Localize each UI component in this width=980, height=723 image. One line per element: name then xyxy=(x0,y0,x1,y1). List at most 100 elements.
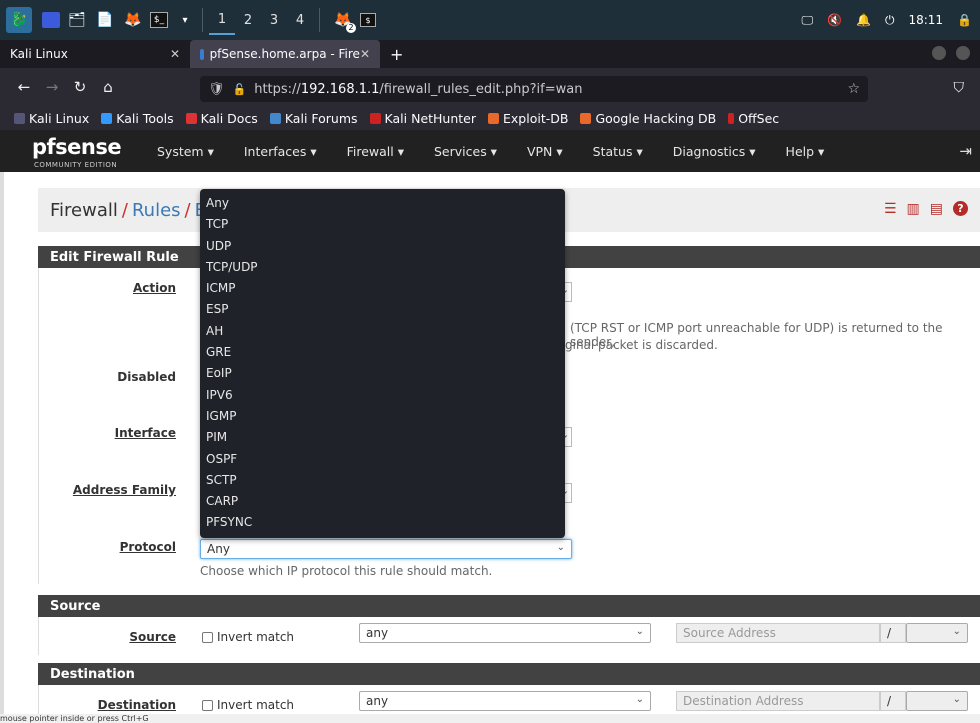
protocol-option[interactable]: ESP xyxy=(200,299,565,320)
back-icon[interactable]: ← xyxy=(10,78,38,96)
pfsense-logo[interactable]: pfsense COMMUNITY EDITION xyxy=(32,133,128,169)
firefox-icon[interactable]: 🦊 xyxy=(122,9,144,31)
new-tab-icon[interactable]: + xyxy=(390,45,403,64)
menu-firewall[interactable]: Firewall ▾ xyxy=(332,144,419,159)
source-invert-label[interactable]: Invert match xyxy=(217,630,294,644)
tab-kali-linux[interactable]: Kali Linux ✕ xyxy=(0,40,190,68)
protocol-option[interactable]: AH xyxy=(200,321,565,342)
source-address-input[interactable]: Source Address xyxy=(676,623,880,643)
protocol-option[interactable]: TCP/UDP xyxy=(200,257,565,278)
list-icon[interactable]: ▤ xyxy=(930,201,943,217)
minimize-icon[interactable] xyxy=(932,46,946,60)
menu-status[interactable]: Status ▾ xyxy=(578,144,658,159)
kali-menu-icon[interactable]: 🐉 xyxy=(6,7,32,33)
kali-icon xyxy=(14,112,25,124)
action-label[interactable]: Action xyxy=(100,281,176,295)
bookmark-offsec[interactable]: OffSec xyxy=(728,111,779,126)
protocol-option[interactable]: UDP xyxy=(200,236,565,257)
terminal-window-icon[interactable]: $ xyxy=(360,13,376,27)
url-prefix: https:// xyxy=(254,81,301,97)
source-mask-select[interactable]: ⌄ xyxy=(906,623,968,643)
pocket-icon[interactable]: ⛉ xyxy=(954,80,965,96)
chevron-down-icon[interactable]: ▾ xyxy=(174,9,196,31)
bookmark-kali-forums[interactable]: Kali Forums xyxy=(269,111,358,126)
protocol-label[interactable]: Protocol xyxy=(100,540,176,554)
destination-invert-checkbox[interactable] xyxy=(202,700,213,711)
text-editor-icon[interactable]: 📄 xyxy=(94,9,116,31)
bookmark-kali-nethunter[interactable]: Kali NetHunter xyxy=(369,111,476,126)
close-icon[interactable]: ✕ xyxy=(360,47,370,61)
destination-label[interactable]: Destination xyxy=(90,698,176,712)
logout-icon[interactable]: ⇥ xyxy=(959,142,972,160)
interface-label[interactable]: Interface xyxy=(90,426,176,440)
bookmark-kali-linux[interactable]: Kali Linux xyxy=(14,111,89,126)
workspace-3[interactable]: 3 xyxy=(261,5,287,35)
desktop-icon[interactable] xyxy=(42,12,60,28)
menu-vpn[interactable]: VPN ▾ xyxy=(512,144,578,159)
bookmark-star-icon[interactable]: ☆ xyxy=(847,81,860,97)
bookmark-kali-tools[interactable]: Kali Tools xyxy=(101,111,174,126)
sliders-icon[interactable]: ☰ xyxy=(884,201,897,217)
destination-type-select[interactable]: any ⌄ xyxy=(359,691,651,711)
home-icon[interactable]: ⌂ xyxy=(94,78,122,96)
bell-icon[interactable]: 🔔 xyxy=(856,13,871,27)
protocol-option[interactable]: PIM xyxy=(200,427,565,448)
window-controls xyxy=(932,46,970,60)
protocol-option[interactable]: CARP xyxy=(200,491,565,512)
source-label[interactable]: Source xyxy=(100,630,176,644)
destination-address-input[interactable]: Destination Address xyxy=(676,691,880,711)
protocol-option[interactable]: GRE xyxy=(200,342,565,363)
offsec-icon xyxy=(728,112,735,124)
address-family-label[interactable]: Address Family xyxy=(60,483,176,497)
help-icon[interactable]: ? xyxy=(953,201,968,216)
protocol-option[interactable]: ICMP xyxy=(200,278,565,299)
protocol-option[interactable]: EoIP xyxy=(200,363,565,384)
tab-pfsense[interactable]: pfSense.home.arpa - Fire ✕ xyxy=(190,40,380,68)
destination-mask-select[interactable]: ⌄ xyxy=(906,691,968,711)
protocol-option[interactable]: OSPF xyxy=(200,449,565,470)
workspace-4[interactable]: 4 xyxy=(287,5,313,35)
protocol-option[interactable]: PFSYNC xyxy=(200,512,565,533)
display-icon[interactable]: 🖵 xyxy=(801,13,813,28)
clock[interactable]: 18:11 xyxy=(908,13,943,27)
file-manager-icon[interactable]: 🗂 xyxy=(66,9,88,31)
mute-icon[interactable]: 🔇 xyxy=(827,13,842,27)
terminal-icon[interactable]: $_ xyxy=(150,12,168,28)
reload-icon[interactable]: ↻ xyxy=(66,78,94,96)
url-bar[interactable]: 🛡 🔓 https://192.168.1.1/firewall_rules_e… xyxy=(200,76,868,102)
firefox-window-icon[interactable]: 🦊 2 xyxy=(332,9,356,33)
shield-icon[interactable]: 🛡 xyxy=(208,82,225,97)
close-window-icon[interactable] xyxy=(956,46,970,60)
protocol-option[interactable]: TCP xyxy=(200,214,565,235)
bookmark-google-hacking-db[interactable]: Google Hacking DB xyxy=(580,111,716,126)
menu-help[interactable]: Help ▾ xyxy=(771,144,840,159)
menu-interfaces[interactable]: Interfaces ▾ xyxy=(229,144,332,159)
lock-icon[interactable]: 🔒 xyxy=(957,13,972,27)
source-invert-checkbox[interactable] xyxy=(202,632,213,643)
url-path: /firewall_rules_edit.php?if=wan xyxy=(379,81,583,97)
protocol-option[interactable]: Any xyxy=(200,193,565,214)
workspace-1[interactable]: 1 xyxy=(209,5,235,35)
bookmark-exploit-db[interactable]: Exploit-DB xyxy=(488,111,568,126)
close-icon[interactable]: ✕ xyxy=(170,47,180,61)
chart-icon[interactable]: ▥ xyxy=(907,201,920,217)
lock-warning-icon[interactable]: 🔓 xyxy=(233,83,247,96)
bookmark-label: OffSec xyxy=(738,110,780,126)
source-type-select[interactable]: any ⌄ xyxy=(359,623,651,643)
protocol-option[interactable]: IGMP xyxy=(200,406,565,427)
chevron-down-icon: ⌄ xyxy=(635,694,644,705)
menu-diagnostics[interactable]: Diagnostics ▾ xyxy=(658,144,771,159)
forward-icon[interactable]: → xyxy=(38,78,66,96)
protocol-option[interactable]: IPV6 xyxy=(200,385,565,406)
bookmark-kali-docs[interactable]: Kali Docs xyxy=(185,111,258,126)
menu-services[interactable]: Services ▾ xyxy=(419,144,512,159)
destination-invert-label[interactable]: Invert match xyxy=(217,698,294,712)
protocol-option[interactable]: SCTP xyxy=(200,470,565,491)
power-icon[interactable]: ⏻ xyxy=(885,13,895,28)
menu-system[interactable]: System ▾ xyxy=(142,144,229,159)
chevron-down-icon: ⌄ xyxy=(556,542,565,553)
breadcrumb-rules[interactable]: Rules xyxy=(132,200,181,221)
taskbar-separator xyxy=(202,8,203,32)
workspace-2[interactable]: 2 xyxy=(235,5,261,35)
protocol-select[interactable]: Any ⌄ xyxy=(200,539,572,559)
